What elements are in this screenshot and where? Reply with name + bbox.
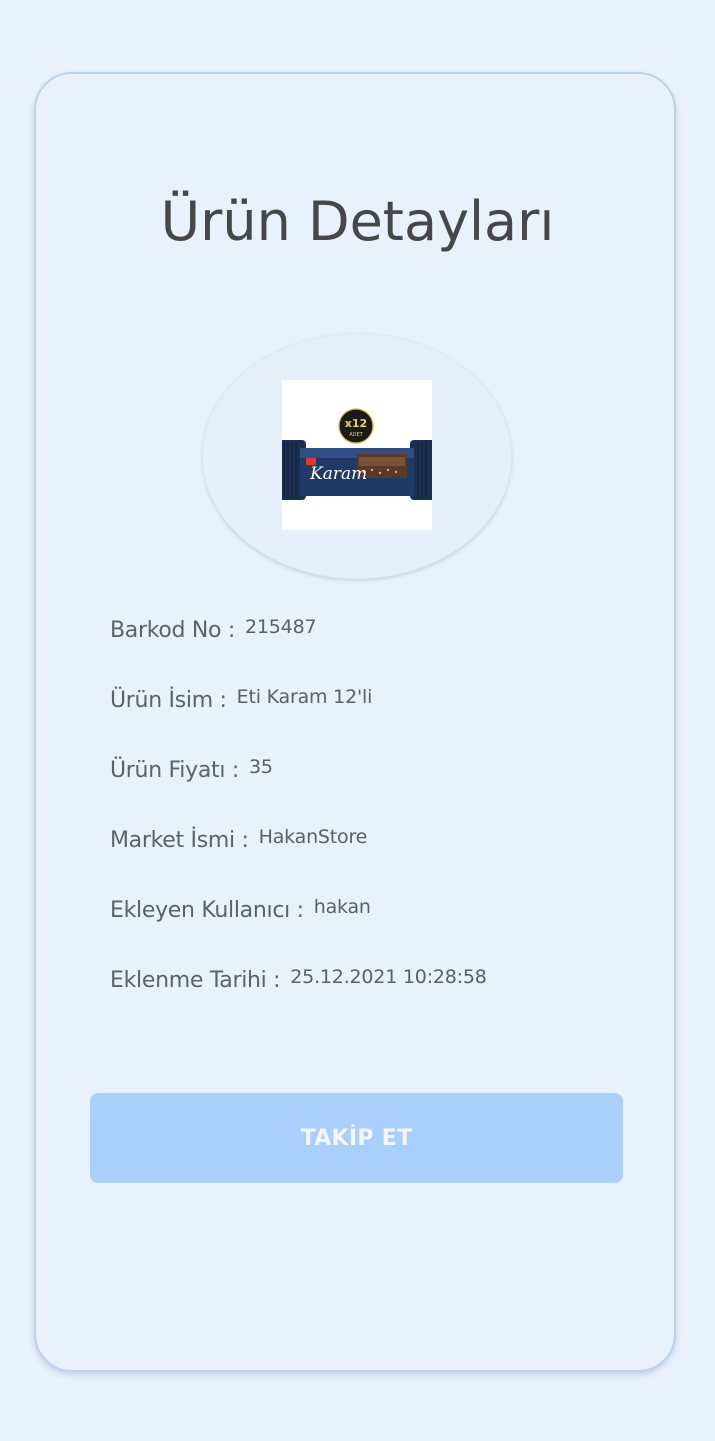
detail-row-price: Ürün Fiyatı : 35 [110, 756, 273, 794]
user-label: Ekleyen Kullanıcı : [110, 898, 304, 923]
date-value: 25.12.2021 10:28:58 [290, 966, 487, 988]
svg-text:Karam: Karam [309, 464, 367, 484]
follow-button[interactable]: TAKİP ET [90, 1093, 623, 1183]
detail-row-user: Ekleyen Kullanıcı : hakan [110, 896, 371, 934]
product-name-value: Eti Karam 12'li [236, 686, 373, 708]
product-photo-icon: Karam x12 ADET [278, 380, 436, 530]
price-value: 35 [248, 756, 273, 778]
market-value: HakanStore [258, 826, 368, 848]
detail-row-product-name: Ürün İsim : Eti Karam 12'li [110, 686, 373, 724]
page-title: Ürün Detayları [160, 190, 555, 253]
svg-text:x12: x12 [345, 417, 367, 430]
detail-row-date: Eklenme Tarihi : 25.12.2021 10:28:58 [110, 966, 487, 1004]
barcode-value: 215487 [245, 616, 317, 638]
svg-text:ADET: ADET [349, 432, 363, 438]
detail-row-market: Market İsmi : HakanStore [110, 826, 368, 864]
user-value: hakan [313, 896, 371, 918]
detail-row-barcode: Barkod No : 215487 [110, 616, 317, 654]
price-label: Ürün Fiyatı : [110, 758, 239, 783]
date-label: Eklenme Tarihi : [110, 968, 281, 993]
market-label: Market İsmi : [110, 828, 249, 853]
product-image: Karam x12 ADET [278, 380, 436, 530]
barcode-label: Barkod No : [110, 618, 236, 643]
product-name-label: Ürün İsim : [110, 688, 227, 713]
